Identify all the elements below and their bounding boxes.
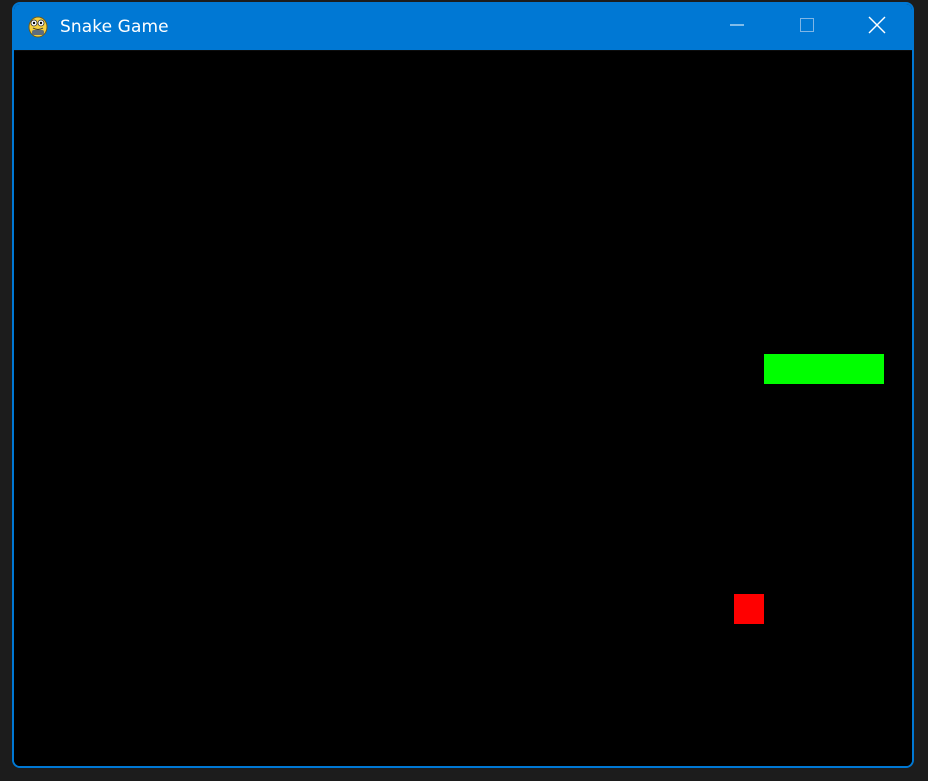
window-title: Snake Game xyxy=(60,17,169,37)
window-controls xyxy=(702,4,912,50)
game-canvas[interactable] xyxy=(14,50,912,766)
maximize-icon xyxy=(799,17,815,37)
snake-segment xyxy=(794,354,824,384)
maximize-button[interactable] xyxy=(772,4,842,50)
close-button[interactable] xyxy=(842,4,912,50)
minimize-icon xyxy=(729,17,745,37)
food xyxy=(734,594,764,624)
snake-segment xyxy=(764,354,794,384)
snake-segment xyxy=(824,354,854,384)
close-icon xyxy=(868,16,886,38)
game-window: Snake Game xyxy=(12,2,914,768)
snake-head xyxy=(854,354,884,384)
minimize-button[interactable] xyxy=(702,4,772,50)
pygame-snake-icon xyxy=(26,15,50,39)
title-bar[interactable]: Snake Game xyxy=(14,4,912,50)
